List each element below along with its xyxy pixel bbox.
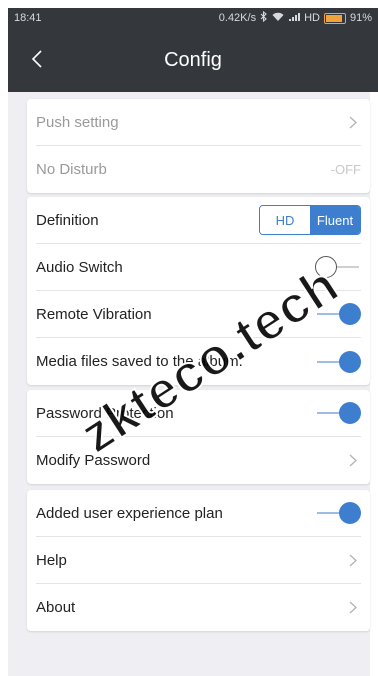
settings-group-about: Added user experience plan Help About <box>27 490 370 631</box>
status-indicators: 0.42K/s HD 91% <box>218 10 372 25</box>
about-label: About <box>36 599 76 616</box>
definition-option-fluent[interactable]: Fluent <box>310 206 360 234</box>
bluetooth-icon <box>260 10 268 25</box>
chevron-right-icon <box>345 114 361 130</box>
chevron-right-icon <box>345 552 361 568</box>
chevron-right-icon <box>345 600 361 616</box>
no-disturb-row[interactable]: No Disturb -OFF <box>36 146 361 193</box>
audio-switch-row: Audio Switch <box>36 244 361 291</box>
status-bar: 18:41 0.42K/s HD 91% <box>8 8 378 28</box>
audio-switch-label: Audio Switch <box>36 258 123 276</box>
modify-password-label: Modify Password <box>36 452 151 469</box>
header-bar: Config <box>8 28 378 92</box>
media-album-label: Media files saved to the album. <box>36 353 243 370</box>
user-experience-label: Added user experience plan <box>36 504 223 522</box>
help-row[interactable]: Help <box>36 537 361 584</box>
status-time: 18:41 <box>14 12 42 24</box>
password-protection-toggle[interactable] <box>315 401 361 425</box>
definition-row: Definition HD Fluent <box>36 197 361 244</box>
modify-password-row[interactable]: Modify Password <box>36 437 361 484</box>
no-disturb-label: No Disturb <box>36 161 107 178</box>
audio-switch-toggle[interactable] <box>315 255 361 279</box>
remote-vibration-row: Remote Vibration <box>36 291 361 338</box>
settings-group-security: Password Protection Modify Password <box>27 390 370 484</box>
help-label: Help <box>36 551 67 569</box>
password-protection-label: Password Protection <box>36 404 174 422</box>
network-type: HD <box>304 12 320 24</box>
remote-vibration-label: Remote Vibration <box>36 305 152 323</box>
about-row[interactable]: About <box>36 584 361 631</box>
password-protection-row: Password Protection <box>36 390 361 437</box>
push-setting-label: Push setting <box>36 113 119 131</box>
no-disturb-value: -OFF <box>330 162 361 177</box>
push-setting-row[interactable]: Push setting <box>36 99 361 146</box>
definition-selector[interactable]: HD Fluent <box>259 205 361 235</box>
media-album-toggle[interactable] <box>315 350 361 374</box>
wifi-icon <box>272 12 284 25</box>
chevron-right-icon <box>345 453 361 469</box>
settings-group-notifications: Push setting No Disturb -OFF <box>27 99 370 193</box>
page-title: Config <box>164 49 222 71</box>
media-album-row: Media files saved to the album. <box>36 338 361 385</box>
remote-vibration-toggle[interactable] <box>315 302 361 326</box>
user-experience-row: Added user experience plan <box>36 490 361 537</box>
definition-label: Definition <box>36 211 99 229</box>
settings-group-media: Definition HD Fluent Audio Switch Remote… <box>27 197 370 385</box>
user-experience-toggle[interactable] <box>315 501 361 525</box>
network-speed: 0.42K/s <box>218 12 257 24</box>
battery-icon <box>323 12 346 24</box>
signal-icon <box>288 12 301 25</box>
definition-option-hd[interactable]: HD <box>260 206 310 234</box>
battery-level: 91% <box>349 12 372 24</box>
settings-content: Push setting No Disturb -OFF Definition … <box>8 92 370 676</box>
